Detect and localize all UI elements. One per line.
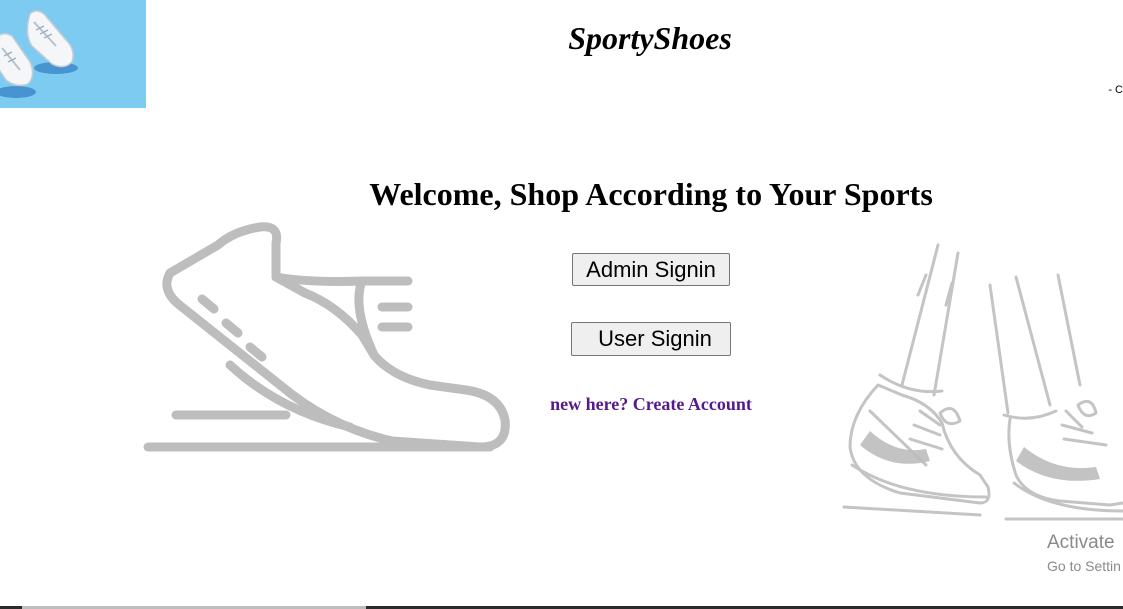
create-account-link[interactable]: new here? Create Account: [0, 394, 1123, 415]
activate-windows-watermark: Activate Go to Settin: [1047, 530, 1121, 576]
corner-mark: - C: [1108, 84, 1123, 96]
watermark-title: Activate: [1047, 532, 1115, 553]
watermark-subtitle: Go to Settin: [1047, 558, 1121, 574]
user-signin-button[interactable]: User Signin: [571, 322, 731, 356]
welcome-heading: Welcome, Shop According to Your Sports: [369, 176, 933, 212]
brand-title: SportyShoes: [568, 20, 732, 56]
walking-sneakers-icon: [842, 243, 1123, 521]
page: SportyShoes - C Welcome, Shop According …: [0, 0, 1123, 609]
admin-signin-button[interactable]: Admin Signin: [572, 253, 730, 286]
running-shoe-icon: [143, 222, 510, 452]
